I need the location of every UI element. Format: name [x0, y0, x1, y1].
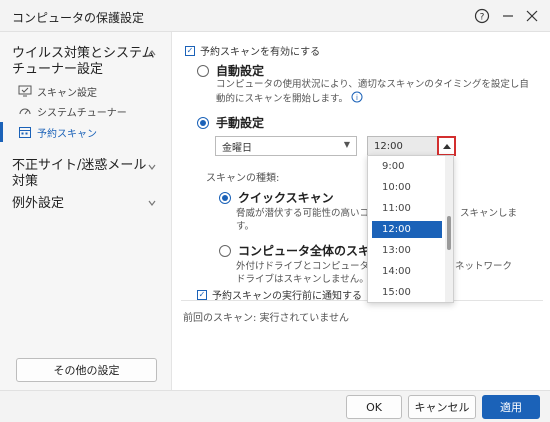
sidebar-item-scheduled-scan[interactable]: 予約スキャン	[18, 123, 97, 141]
chevron-down-icon[interactable]	[147, 162, 157, 175]
chevron-up-icon[interactable]	[147, 48, 157, 61]
manual-setting-label: 手動設定	[216, 116, 265, 130]
close-icon[interactable]	[522, 6, 542, 26]
main-panel: ✓ 予約スキャンを有効にする 自動設定 コンピュータの使用状況により、適切なスキ…	[173, 32, 550, 390]
full-scan-description-2: ドライブはスキャンしません。	[236, 274, 369, 285]
sidebar-category-antivirus[interactable]: ウイルス対策とシステム チューナー設定	[12, 46, 155, 78]
manual-setting-radio[interactable]	[197, 116, 209, 129]
minimize-icon[interactable]	[498, 6, 518, 26]
chevron-up-icon	[442, 144, 451, 149]
svg-text:i: i	[356, 94, 358, 102]
quick-scan-label: クイックスキャン	[238, 191, 334, 205]
time-dropdown-list[interactable]: 9:00 10:00 11:00 12:00 13:00 14:00 15:00	[367, 155, 454, 303]
quick-scan-description: 脅威が潜伏する可能性の高いコン	[236, 208, 379, 219]
footer: OK キャンセル 適用	[0, 390, 550, 422]
day-select[interactable]: 金曜日 ▼	[215, 136, 357, 156]
info-icon[interactable]: i	[351, 91, 363, 107]
dropdown-scrollbar[interactable]	[445, 156, 453, 302]
apply-button[interactable]: 適用	[482, 395, 540, 419]
monitor-check-icon	[18, 84, 32, 98]
time-select-arrow-button[interactable]	[437, 136, 456, 156]
chevron-down-icon: ▼	[343, 140, 350, 149]
sidebar-item-scan-settings[interactable]: スキャン設定	[18, 82, 97, 100]
quick-scan-description-tail: スキャンしま	[460, 208, 518, 219]
enable-scheduled-row[interactable]: ✓ 予約スキャンを有効にする	[185, 43, 320, 58]
sidebar-item-label: スキャン設定	[37, 87, 97, 99]
time-option[interactable]: 11:00	[372, 200, 442, 217]
notify-checkbox[interactable]: ✓	[197, 289, 207, 300]
time-option[interactable]: 15:00	[372, 284, 442, 301]
sidebar: ウイルス対策とシステム チューナー設定 スキャン設定 システムチューナー 予約ス…	[0, 32, 172, 390]
sidebar-category-web-mail[interactable]: 不正サイト/迷惑メール 対策	[12, 158, 146, 190]
sidebar-item-label: システムチューナー	[37, 107, 127, 119]
full-scan-row[interactable]: コンピュータ全体のスキャ	[219, 242, 382, 259]
full-scan-description-tail: ネットワーク	[455, 261, 513, 272]
chevron-down-icon[interactable]	[147, 198, 157, 211]
auto-setting-description: コンピュータの使用状況により、適切なスキャンのタイミングを設定し自動的にスキャン…	[216, 78, 538, 107]
time-option[interactable]: 13:00	[372, 242, 442, 259]
time-option[interactable]: 9:00	[372, 158, 442, 175]
sidebar-item-label: 予約スキャン	[37, 128, 97, 140]
auto-setting-row[interactable]: 自動設定	[197, 62, 264, 79]
auto-setting-radio[interactable]	[197, 64, 209, 77]
enable-scheduled-checkbox[interactable]: ✓	[185, 45, 195, 56]
quick-scan-radio[interactable]	[219, 191, 231, 204]
full-scan-description: 外付けドライブとコンピュータ全	[236, 261, 379, 272]
time-option[interactable]: 10:00	[372, 179, 442, 196]
calendar-icon	[18, 125, 32, 139]
ok-button[interactable]: OK	[346, 395, 402, 419]
scrollbar-thumb[interactable]	[447, 216, 451, 250]
auto-setting-label: 自動設定	[216, 64, 265, 78]
manual-setting-row[interactable]: 手動設定	[197, 114, 264, 131]
svg-text:?: ?	[480, 13, 485, 23]
full-scan-label: コンピュータ全体のスキャ	[238, 244, 383, 258]
gauge-icon	[18, 104, 32, 118]
enable-scheduled-label: 予約スキャンを有効にする	[200, 47, 321, 58]
time-option-selected[interactable]: 12:00	[372, 221, 442, 238]
divider	[181, 300, 543, 301]
window-title: コンピュータの保護設定	[12, 11, 145, 25]
time-option[interactable]: 14:00	[372, 263, 442, 280]
scan-type-label: スキャンの種類:	[206, 173, 280, 184]
quick-scan-description-tail2: す。	[236, 221, 255, 232]
sidebar-item-system-tuner[interactable]: システムチューナー	[18, 102, 127, 120]
cancel-button[interactable]: キャンセル	[408, 395, 476, 419]
full-scan-radio[interactable]	[219, 244, 231, 257]
sidebar-category-exceptions[interactable]: 例外設定	[12, 196, 64, 212]
other-settings-button[interactable]: その他の設定	[16, 358, 157, 382]
active-indicator	[0, 122, 3, 142]
title-bar: コンピュータの保護設定 ?	[0, 0, 550, 32]
last-scan-status: 前回のスキャン: 実行されていません	[183, 313, 349, 324]
help-icon[interactable]: ?	[472, 6, 492, 26]
quick-scan-row[interactable]: クイックスキャン	[219, 189, 334, 206]
